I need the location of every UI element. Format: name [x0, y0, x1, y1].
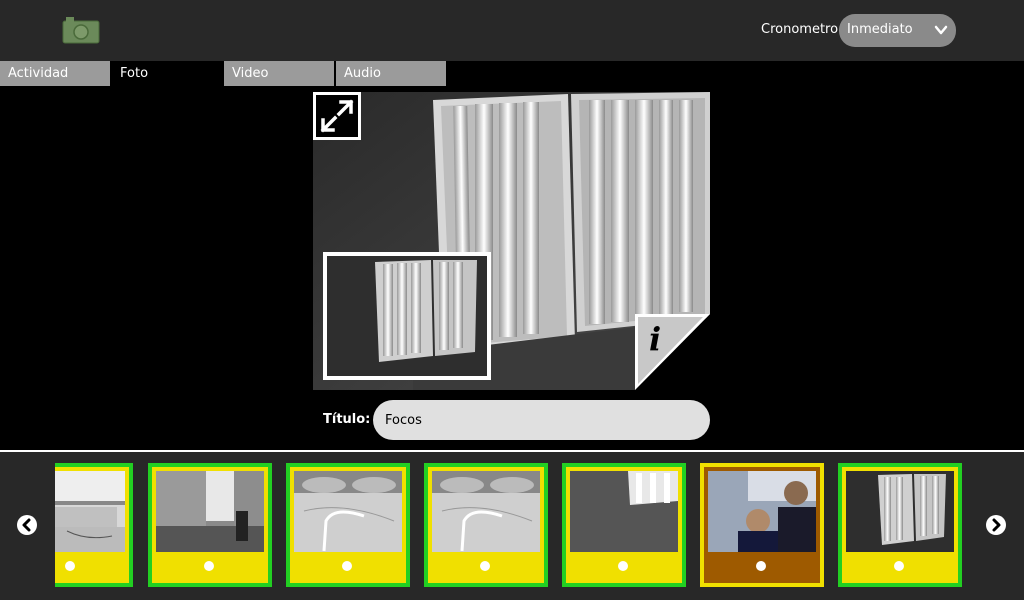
chevron-right-icon[interactable]: [986, 515, 1006, 535]
timer-label: Cronometro: [761, 22, 839, 37]
thumbnail-dot: [894, 561, 904, 571]
tab-label: Actividad: [8, 66, 69, 81]
thumbnail-image: [846, 471, 954, 552]
thumbnail-image: [156, 471, 264, 552]
thumbnail-image: [432, 471, 540, 552]
expand-icon[interactable]: [313, 92, 361, 140]
thumbnail-item[interactable]: [424, 463, 548, 587]
photo-viewer: i: [313, 92, 710, 390]
thumbnail-item-selected[interactable]: [700, 463, 824, 587]
thumbnail-dot: [65, 561, 75, 571]
thumbnail-item[interactable]: [562, 463, 686, 587]
thumbnail-image: [570, 471, 678, 552]
thumbnail-strip: [55, 463, 965, 587]
camera-icon[interactable]: [62, 16, 100, 44]
timer-select[interactable]: Inmediato: [839, 14, 956, 47]
thumbnail-dot: [756, 561, 766, 571]
tab-bar: Actividad Foto Video Audio: [0, 61, 1024, 86]
tab-foto[interactable]: Foto: [112, 61, 222, 86]
thumbnail-item[interactable]: [286, 463, 410, 587]
info-button[interactable]: i: [635, 314, 710, 390]
info-glyph: i: [649, 320, 662, 358]
tab-label: Video: [232, 66, 269, 81]
thumbnail-image: [708, 471, 816, 552]
thumbnail-dot: [342, 561, 352, 571]
thumbnail-dot: [618, 561, 628, 571]
thumbnail-item[interactable]: [55, 463, 133, 587]
tab-audio[interactable]: Audio: [336, 61, 446, 86]
title-input[interactable]: [373, 400, 710, 440]
chevron-down-icon: [934, 25, 948, 35]
preview-thumbnail[interactable]: [323, 252, 491, 380]
toolbar: Cronometro Inmediato: [0, 0, 1024, 61]
title-label: Título:: [323, 412, 371, 427]
thumbnail-dot: [204, 561, 214, 571]
tab-label: Foto: [120, 66, 149, 81]
tab-video[interactable]: Video: [224, 61, 334, 86]
thumbnail-dot: [480, 561, 490, 571]
thumbnail-image: [294, 471, 402, 552]
thumbnail-image: [55, 471, 125, 552]
thumbnail-tray: [0, 452, 1024, 600]
tab-actividad[interactable]: Actividad: [0, 61, 110, 86]
info-icon: [635, 314, 710, 390]
thumbnail-item[interactable]: [148, 463, 272, 587]
tab-label: Audio: [344, 66, 381, 81]
timer-select-value: Inmediato: [847, 22, 913, 37]
thumbnail-item[interactable]: [838, 463, 962, 587]
chevron-left-icon[interactable]: [17, 515, 37, 535]
title-row: Título:: [313, 400, 710, 440]
